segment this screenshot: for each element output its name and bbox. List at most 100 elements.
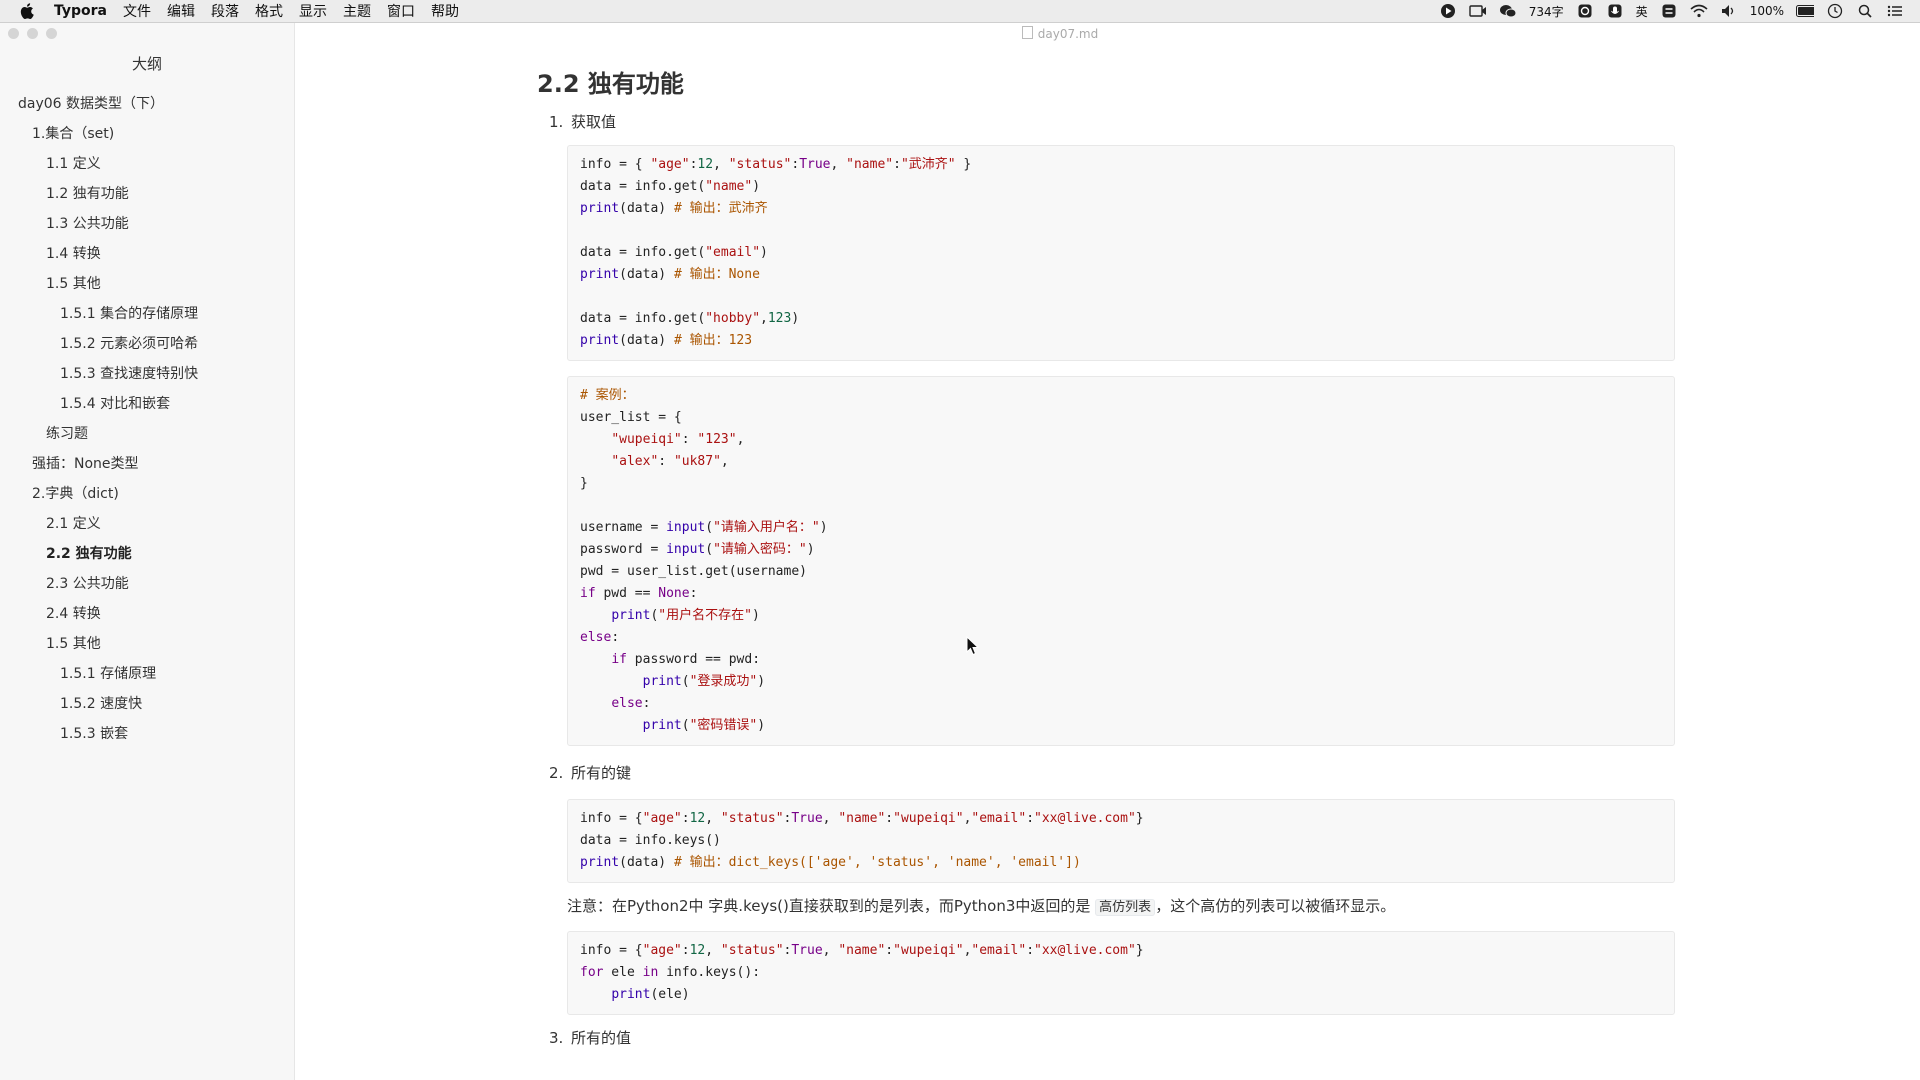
list-item-get-value[interactable]: 1. 获取值 — [549, 107, 1677, 137]
outline-item[interactable]: 1.集合（set) — [0, 119, 294, 149]
outline-item[interactable]: 1.5.1 集合的存储原理 — [0, 299, 294, 329]
code-block[interactable]: info = {"age":12, "status":True, "name":… — [567, 931, 1675, 1015]
code-line[interactable]: data = info.get("name") — [580, 176, 1662, 198]
outline-item[interactable]: 强插：None类型 — [0, 449, 294, 479]
list-item-all-values[interactable]: 3. 所有的值 — [549, 1023, 1677, 1053]
code-block[interactable]: info = {"age":12, "status":True, "name":… — [567, 799, 1675, 883]
code-line[interactable]: print(data) # 输出：武沛齐 — [580, 198, 1662, 220]
menu-format[interactable]: 格式 — [255, 1, 283, 21]
note-text-before: 注意：在Python2中 字典.keys()直接获取到的是列表，而Python3… — [567, 897, 1096, 915]
outline-item[interactable]: 1.3 公共功能 — [0, 209, 294, 239]
list-item-all-keys[interactable]: 2. 所有的键 — [549, 758, 1677, 788]
code-block[interactable]: info = { "age":12, "status":True, "name"… — [567, 145, 1675, 361]
code-line[interactable]: data = info.get("email") — [580, 242, 1662, 264]
code-line[interactable]: info = {"age":12, "status":True, "name":… — [580, 940, 1662, 962]
outline-item[interactable]: 1.5 其他 — [0, 269, 294, 299]
outline-item[interactable]: 1.5.3 查找速度特别快 — [0, 359, 294, 389]
code-line[interactable]: print(data) # 输出：123 — [580, 330, 1662, 352]
code-line[interactable]: "wupeiqi": "123", — [580, 429, 1662, 451]
apple-icon[interactable] — [20, 3, 36, 19]
window-controls — [8, 28, 57, 39]
editor-area[interactable]: day07.md 2.2 独有功能 1. 获取值 info = { "age":1… — [295, 23, 1920, 1080]
outline-item[interactable]: 1.1 定义 — [0, 149, 294, 179]
section-heading[interactable]: 2.2 独有功能 — [537, 63, 1677, 105]
menu-edit[interactable]: 编辑 — [167, 1, 195, 21]
outline-item[interactable]: 2.4 转换 — [0, 599, 294, 629]
code-line[interactable]: pwd = user_list.get(username) — [580, 561, 1662, 583]
code-line[interactable]: ​ — [580, 286, 1662, 308]
outline-item[interactable]: 1.5.1 存储原理 — [0, 659, 294, 689]
code-line[interactable]: data = info.get("hobby",123) — [580, 308, 1662, 330]
sync-icon[interactable] — [1660, 3, 1678, 19]
code-line[interactable]: if password == pwd: — [580, 649, 1662, 671]
code-block[interactable]: # 案例： user_list = { "wupeiqi": "123", "al… — [567, 376, 1675, 746]
code-line[interactable]: "alex": "uk87", — [580, 451, 1662, 473]
code-line[interactable]: ​ — [580, 495, 1662, 517]
code-line[interactable]: info = { "age":12, "status":True, "name"… — [580, 154, 1662, 176]
code-line[interactable]: info = {"age":12, "status":True, "name":… — [580, 808, 1662, 830]
search-icon[interactable] — [1856, 3, 1874, 19]
outline-item[interactable]: 2.字典（dict) — [0, 479, 294, 509]
battery-percentage[interactable]: 100% — [1750, 4, 1784, 18]
code-line[interactable]: print(ele) — [580, 984, 1662, 1006]
outline-item[interactable]: 1.4 转换 — [0, 239, 294, 269]
outline-item[interactable]: 1.5 其他 — [0, 629, 294, 659]
menu-view[interactable]: 显示 — [299, 1, 327, 21]
code-line[interactable]: print(data) # 输出：dict_keys(['age', 'stat… — [580, 852, 1662, 874]
code-line[interactable]: } — [580, 473, 1662, 495]
list-number: 2. — [549, 764, 564, 782]
outline-sidebar: 大纲 day06 数据类型（下） 1.集合（set) 1.1 定义 1.2 独有功能 1… — [0, 23, 295, 1080]
inline-code: 高仿列表 — [1095, 899, 1156, 916]
zoom-window-button[interactable] — [46, 28, 57, 39]
outline-item[interactable]: day06 数据类型（下） — [0, 89, 294, 119]
document-content[interactable]: 2.2 独有功能 1. 获取值 info = { "age":12, "statu… — [537, 63, 1677, 1053]
battery-icon[interactable] — [1796, 3, 1814, 19]
input-method-indicator[interactable]: 英 — [1636, 3, 1648, 20]
code-line[interactable]: print(data) # 输出：None — [580, 264, 1662, 286]
word-count[interactable]: 734字 — [1529, 3, 1564, 20]
menu-file[interactable]: 文件 — [123, 1, 151, 21]
code-line[interactable]: for ele in info.keys(): — [580, 962, 1662, 984]
clock-icon[interactable] — [1826, 3, 1844, 19]
menu-theme[interactable]: 主题 — [343, 1, 371, 21]
code-line[interactable]: user_list = { — [580, 407, 1662, 429]
outline-item[interactable]: 1.5.2 速度快 — [0, 689, 294, 719]
outline-item[interactable]: 1.5.2 元素必须可哈希 — [0, 329, 294, 359]
code-line[interactable]: # 案例： — [580, 385, 1662, 407]
outline-item[interactable]: 2.3 公共功能 — [0, 569, 294, 599]
code-line[interactable]: else: — [580, 693, 1662, 715]
screen-record-icon[interactable] — [1469, 3, 1487, 19]
menu-help[interactable]: 帮助 — [431, 1, 459, 21]
minimize-window-button[interactable] — [27, 28, 38, 39]
code-line[interactable]: ​ — [580, 220, 1662, 242]
typora-window: 大纲 day06 数据类型（下） 1.集合（set) 1.1 定义 1.2 独有功能 1… — [0, 23, 1920, 1080]
code-line[interactable]: else: — [580, 627, 1662, 649]
code-line[interactable]: print("密码错误") — [580, 715, 1662, 737]
outline-item[interactable]: 2.2 独有功能 — [0, 539, 294, 569]
notification-center-icon[interactable] — [1886, 3, 1904, 19]
close-window-button[interactable] — [8, 28, 19, 39]
outline-item[interactable]: 练习题 — [0, 419, 294, 449]
outline-item[interactable]: 1.5.4 对比和嵌套 — [0, 389, 294, 419]
wifi-icon[interactable] — [1690, 3, 1708, 19]
list-item-label: 获取值 — [571, 113, 617, 131]
menu-window[interactable]: 窗口 — [387, 1, 415, 21]
code-line[interactable]: print("登录成功") — [580, 671, 1662, 693]
volume-icon[interactable] — [1720, 3, 1738, 19]
app-name-menu[interactable]: Typora — [54, 3, 107, 19]
code-line[interactable]: print("用户名不存在") — [580, 605, 1662, 627]
note-paragraph[interactable]: 注意：在Python2中 字典.keys()直接获取到的是列表，而Python3… — [567, 891, 1677, 921]
outline-item[interactable]: 1.2 独有功能 — [0, 179, 294, 209]
play-icon[interactable] — [1439, 3, 1457, 19]
menu-paragraph[interactable]: 段落 — [211, 1, 239, 21]
outline-item[interactable]: 2.1 定义 — [0, 509, 294, 539]
code-line[interactable]: data = info.keys() — [580, 830, 1662, 852]
code-line[interactable]: if pwd == None: — [580, 583, 1662, 605]
outline-item[interactable]: 1.5.3 嵌套 — [0, 719, 294, 749]
menu-bar: Typora 文件 编辑 段落 格式 显示 主题 窗口 帮助 734字 英 10… — [0, 0, 1920, 23]
wechat-icon[interactable] — [1499, 3, 1517, 19]
code-line[interactable]: username = input("请输入用户名：") — [580, 517, 1662, 539]
status-icon-1[interactable] — [1576, 3, 1594, 19]
code-line[interactable]: password = input("请输入密码：") — [580, 539, 1662, 561]
microphone-icon[interactable] — [1606, 3, 1624, 19]
